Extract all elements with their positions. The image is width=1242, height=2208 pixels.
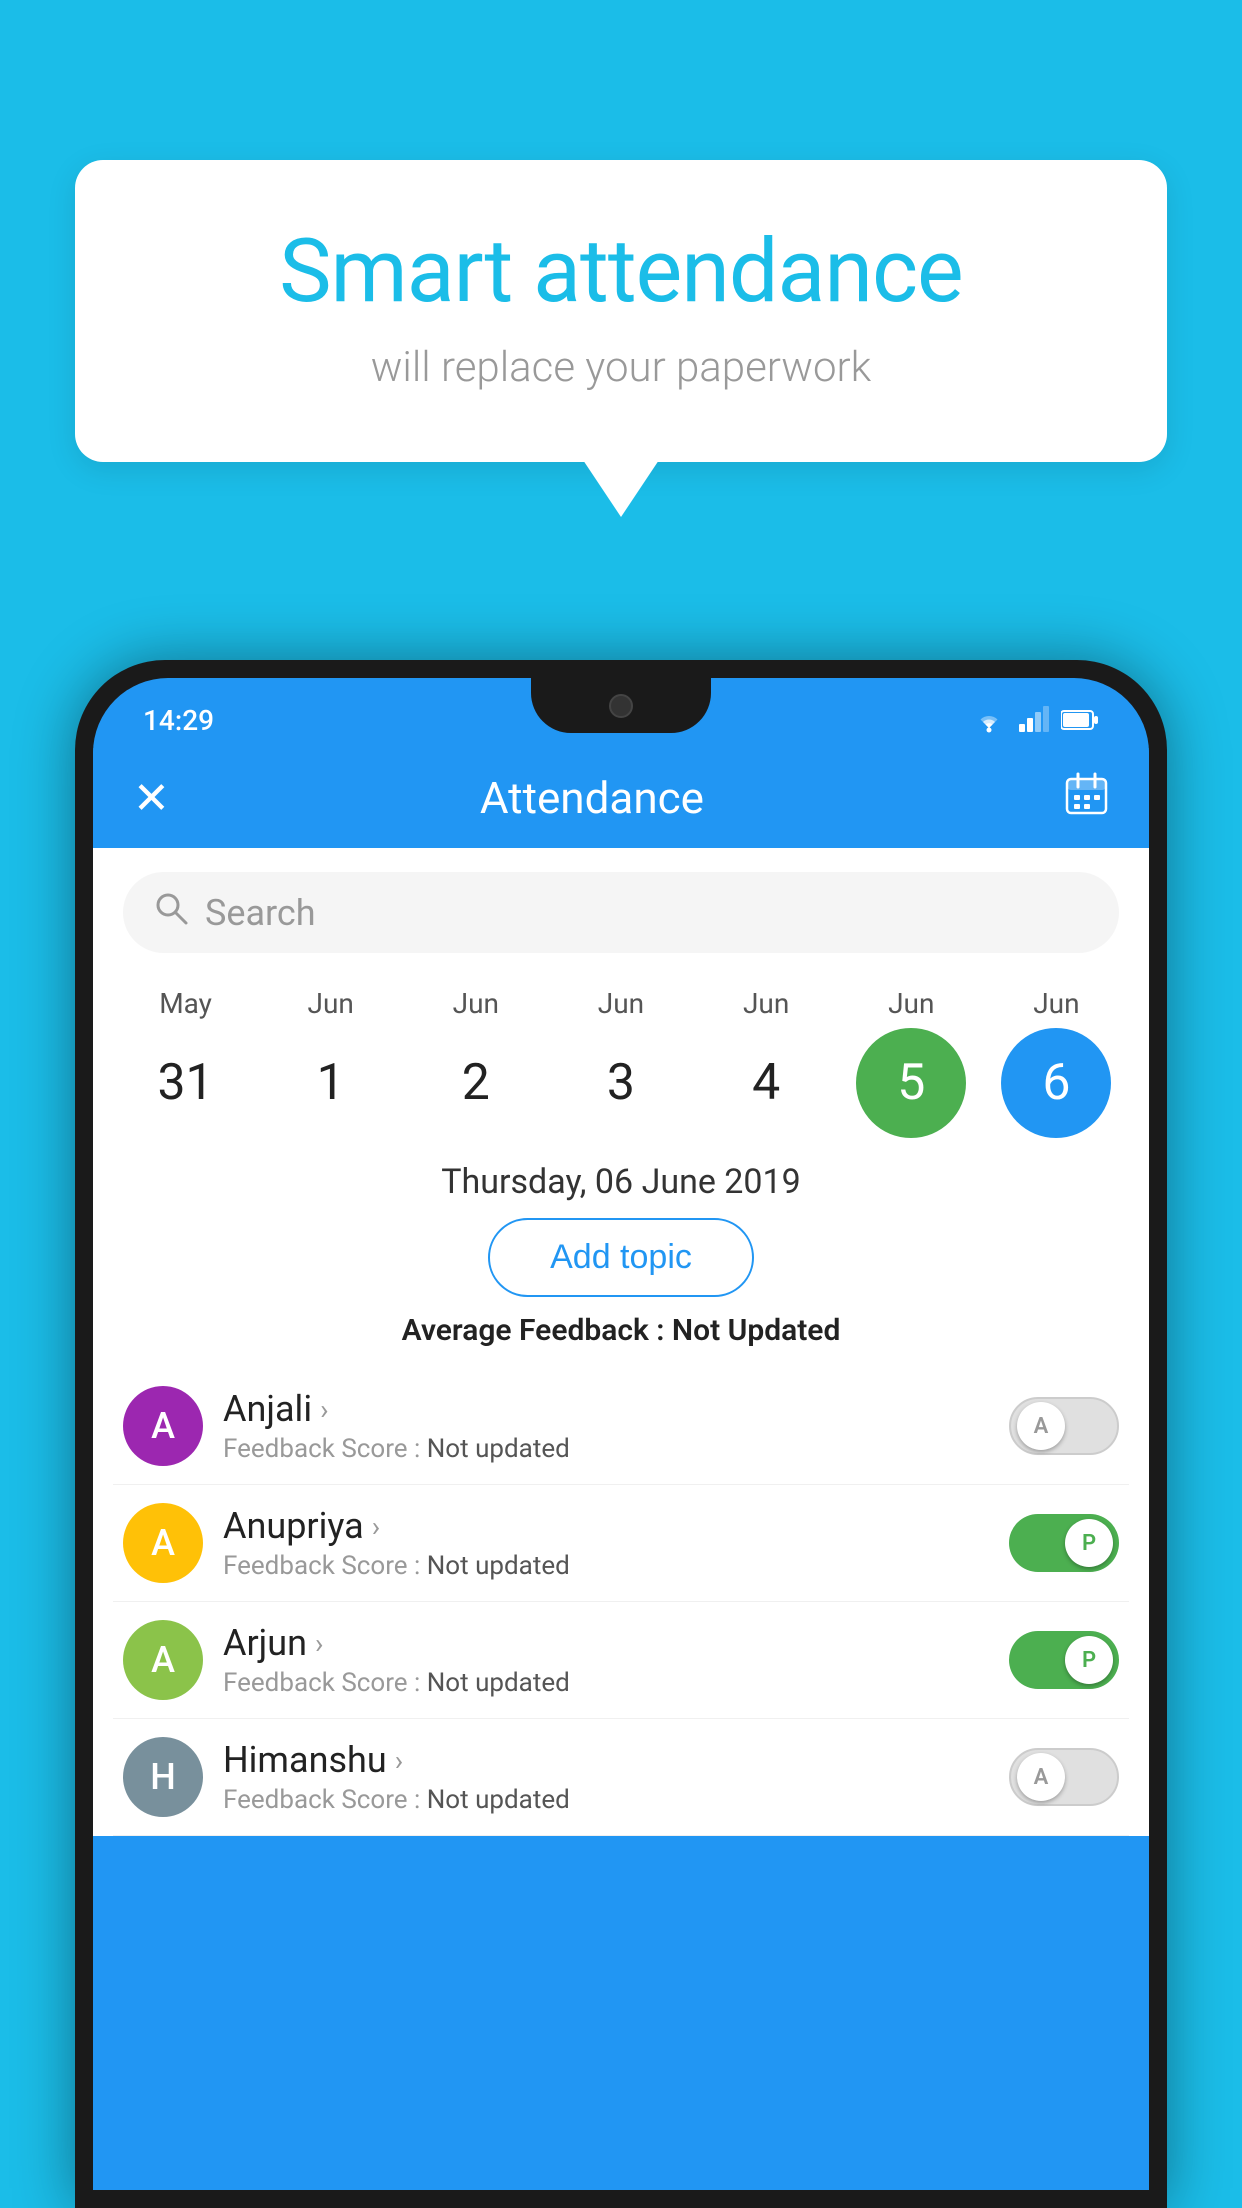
feedback-arjun: Feedback Score : Not updated xyxy=(223,1668,989,1698)
day-6: 6 xyxy=(1001,1028,1111,1138)
battery-icon xyxy=(1061,709,1099,731)
avatar-himanshu: H xyxy=(123,1737,203,1817)
date-strip: May 31 Jun 1 Jun 2 Jun 3 xyxy=(93,977,1149,1138)
phone-notch xyxy=(531,678,711,733)
date-col-0[interactable]: May 31 xyxy=(126,987,246,1138)
student-item-anjali[interactable]: A Anjali › Feedback Score : Not updated … xyxy=(113,1368,1129,1485)
student-item-anupriya[interactable]: A Anupriya › Feedback Score : Not update… xyxy=(113,1485,1129,1602)
toggle-arjun[interactable]: P xyxy=(1009,1631,1119,1689)
date-col-5[interactable]: Jun 5 xyxy=(851,987,971,1138)
feedback-anupriya: Feedback Score : Not updated xyxy=(223,1551,989,1581)
search-bar[interactable]: Search xyxy=(123,872,1119,953)
month-6: Jun xyxy=(1033,987,1079,1020)
avatar-anjali: A xyxy=(123,1386,203,1466)
notch-camera xyxy=(609,694,633,718)
chevron-himanshu: › xyxy=(395,1744,403,1777)
status-icons xyxy=(971,706,1099,734)
student-info-anupriya: Anupriya › Feedback Score : Not updated xyxy=(223,1505,989,1581)
month-1: Jun xyxy=(308,987,354,1020)
status-time: 14:29 xyxy=(143,704,214,737)
add-topic-button[interactable]: Add topic xyxy=(488,1218,754,1297)
phone-frame: 14:29 xyxy=(75,660,1167,2208)
toggle-anjali[interactable]: A xyxy=(1009,1397,1119,1455)
student-item-arjun[interactable]: A Arjun › Feedback Score : Not updated P xyxy=(113,1602,1129,1719)
student-item-himanshu[interactable]: H Himanshu › Feedback Score : Not update… xyxy=(113,1719,1129,1836)
day-1: 1 xyxy=(276,1028,386,1138)
date-col-2[interactable]: Jun 2 xyxy=(416,987,536,1138)
feedback-himanshu: Feedback Score : Not updated xyxy=(223,1785,989,1815)
date-col-1[interactable]: Jun 1 xyxy=(271,987,391,1138)
avatar-arjun: A xyxy=(123,1620,203,1700)
app-title: Attendance xyxy=(120,772,1064,824)
student-info-anjali: Anjali › Feedback Score : Not updated xyxy=(223,1388,989,1464)
calendar-icon[interactable] xyxy=(1064,771,1109,826)
chevron-anjali: › xyxy=(320,1393,328,1426)
student-info-arjun: Arjun › Feedback Score : Not updated xyxy=(223,1622,989,1698)
toggle-anupriya[interactable]: P xyxy=(1009,1514,1119,1572)
add-topic-container: Add topic xyxy=(93,1218,1149,1297)
month-0: May xyxy=(159,987,212,1020)
average-feedback: Average Feedback : Not Updated xyxy=(93,1313,1149,1368)
selected-date: Thursday, 06 June 2019 xyxy=(93,1138,1149,1218)
toggle-himanshu[interactable]: A xyxy=(1009,1748,1119,1806)
month-4: Jun xyxy=(743,987,789,1020)
date-col-6[interactable]: Jun 6 xyxy=(996,987,1116,1138)
day-3: 3 xyxy=(566,1028,676,1138)
student-info-himanshu: Himanshu › Feedback Score : Not updated xyxy=(223,1739,989,1815)
month-3: Jun xyxy=(598,987,644,1020)
chevron-anupriya: › xyxy=(372,1510,380,1543)
student-list: A Anjali › Feedback Score : Not updated … xyxy=(93,1368,1149,1836)
student-name-arjun: Arjun › xyxy=(223,1622,989,1664)
student-name-anjali: Anjali › xyxy=(223,1388,989,1430)
signal-icon xyxy=(1019,706,1049,734)
day-5: 5 xyxy=(856,1028,966,1138)
month-2: Jun xyxy=(453,987,499,1020)
phone-inner: 14:29 xyxy=(93,678,1149,2190)
content-area: Search May 31 Jun 1 Jun 2 xyxy=(93,848,1149,1836)
avg-feedback-label: Average Feedback : xyxy=(402,1313,665,1348)
chevron-arjun: › xyxy=(315,1627,323,1660)
day-4: 4 xyxy=(711,1028,821,1138)
speech-bubble: Smart attendance will replace your paper… xyxy=(75,160,1167,462)
feedback-anjali: Feedback Score : Not updated xyxy=(223,1434,989,1464)
day-0: 31 xyxy=(131,1028,241,1138)
date-col-3[interactable]: Jun 3 xyxy=(561,987,681,1138)
avatar-anupriya: A xyxy=(123,1503,203,1583)
student-name-anupriya: Anupriya › xyxy=(223,1505,989,1547)
wifi-icon xyxy=(971,706,1007,734)
app-bar: ✕ Attendance xyxy=(93,748,1149,848)
speech-bubble-title: Smart attendance xyxy=(155,220,1087,323)
search-icon xyxy=(153,890,189,935)
search-placeholder: Search xyxy=(205,892,316,934)
speech-bubble-subtitle: will replace your paperwork xyxy=(155,343,1087,392)
month-5: Jun xyxy=(888,987,934,1020)
date-col-4[interactable]: Jun 4 xyxy=(706,987,826,1138)
avg-feedback-value: Not Updated xyxy=(672,1313,840,1348)
day-2: 2 xyxy=(421,1028,531,1138)
student-name-himanshu: Himanshu › xyxy=(223,1739,989,1781)
